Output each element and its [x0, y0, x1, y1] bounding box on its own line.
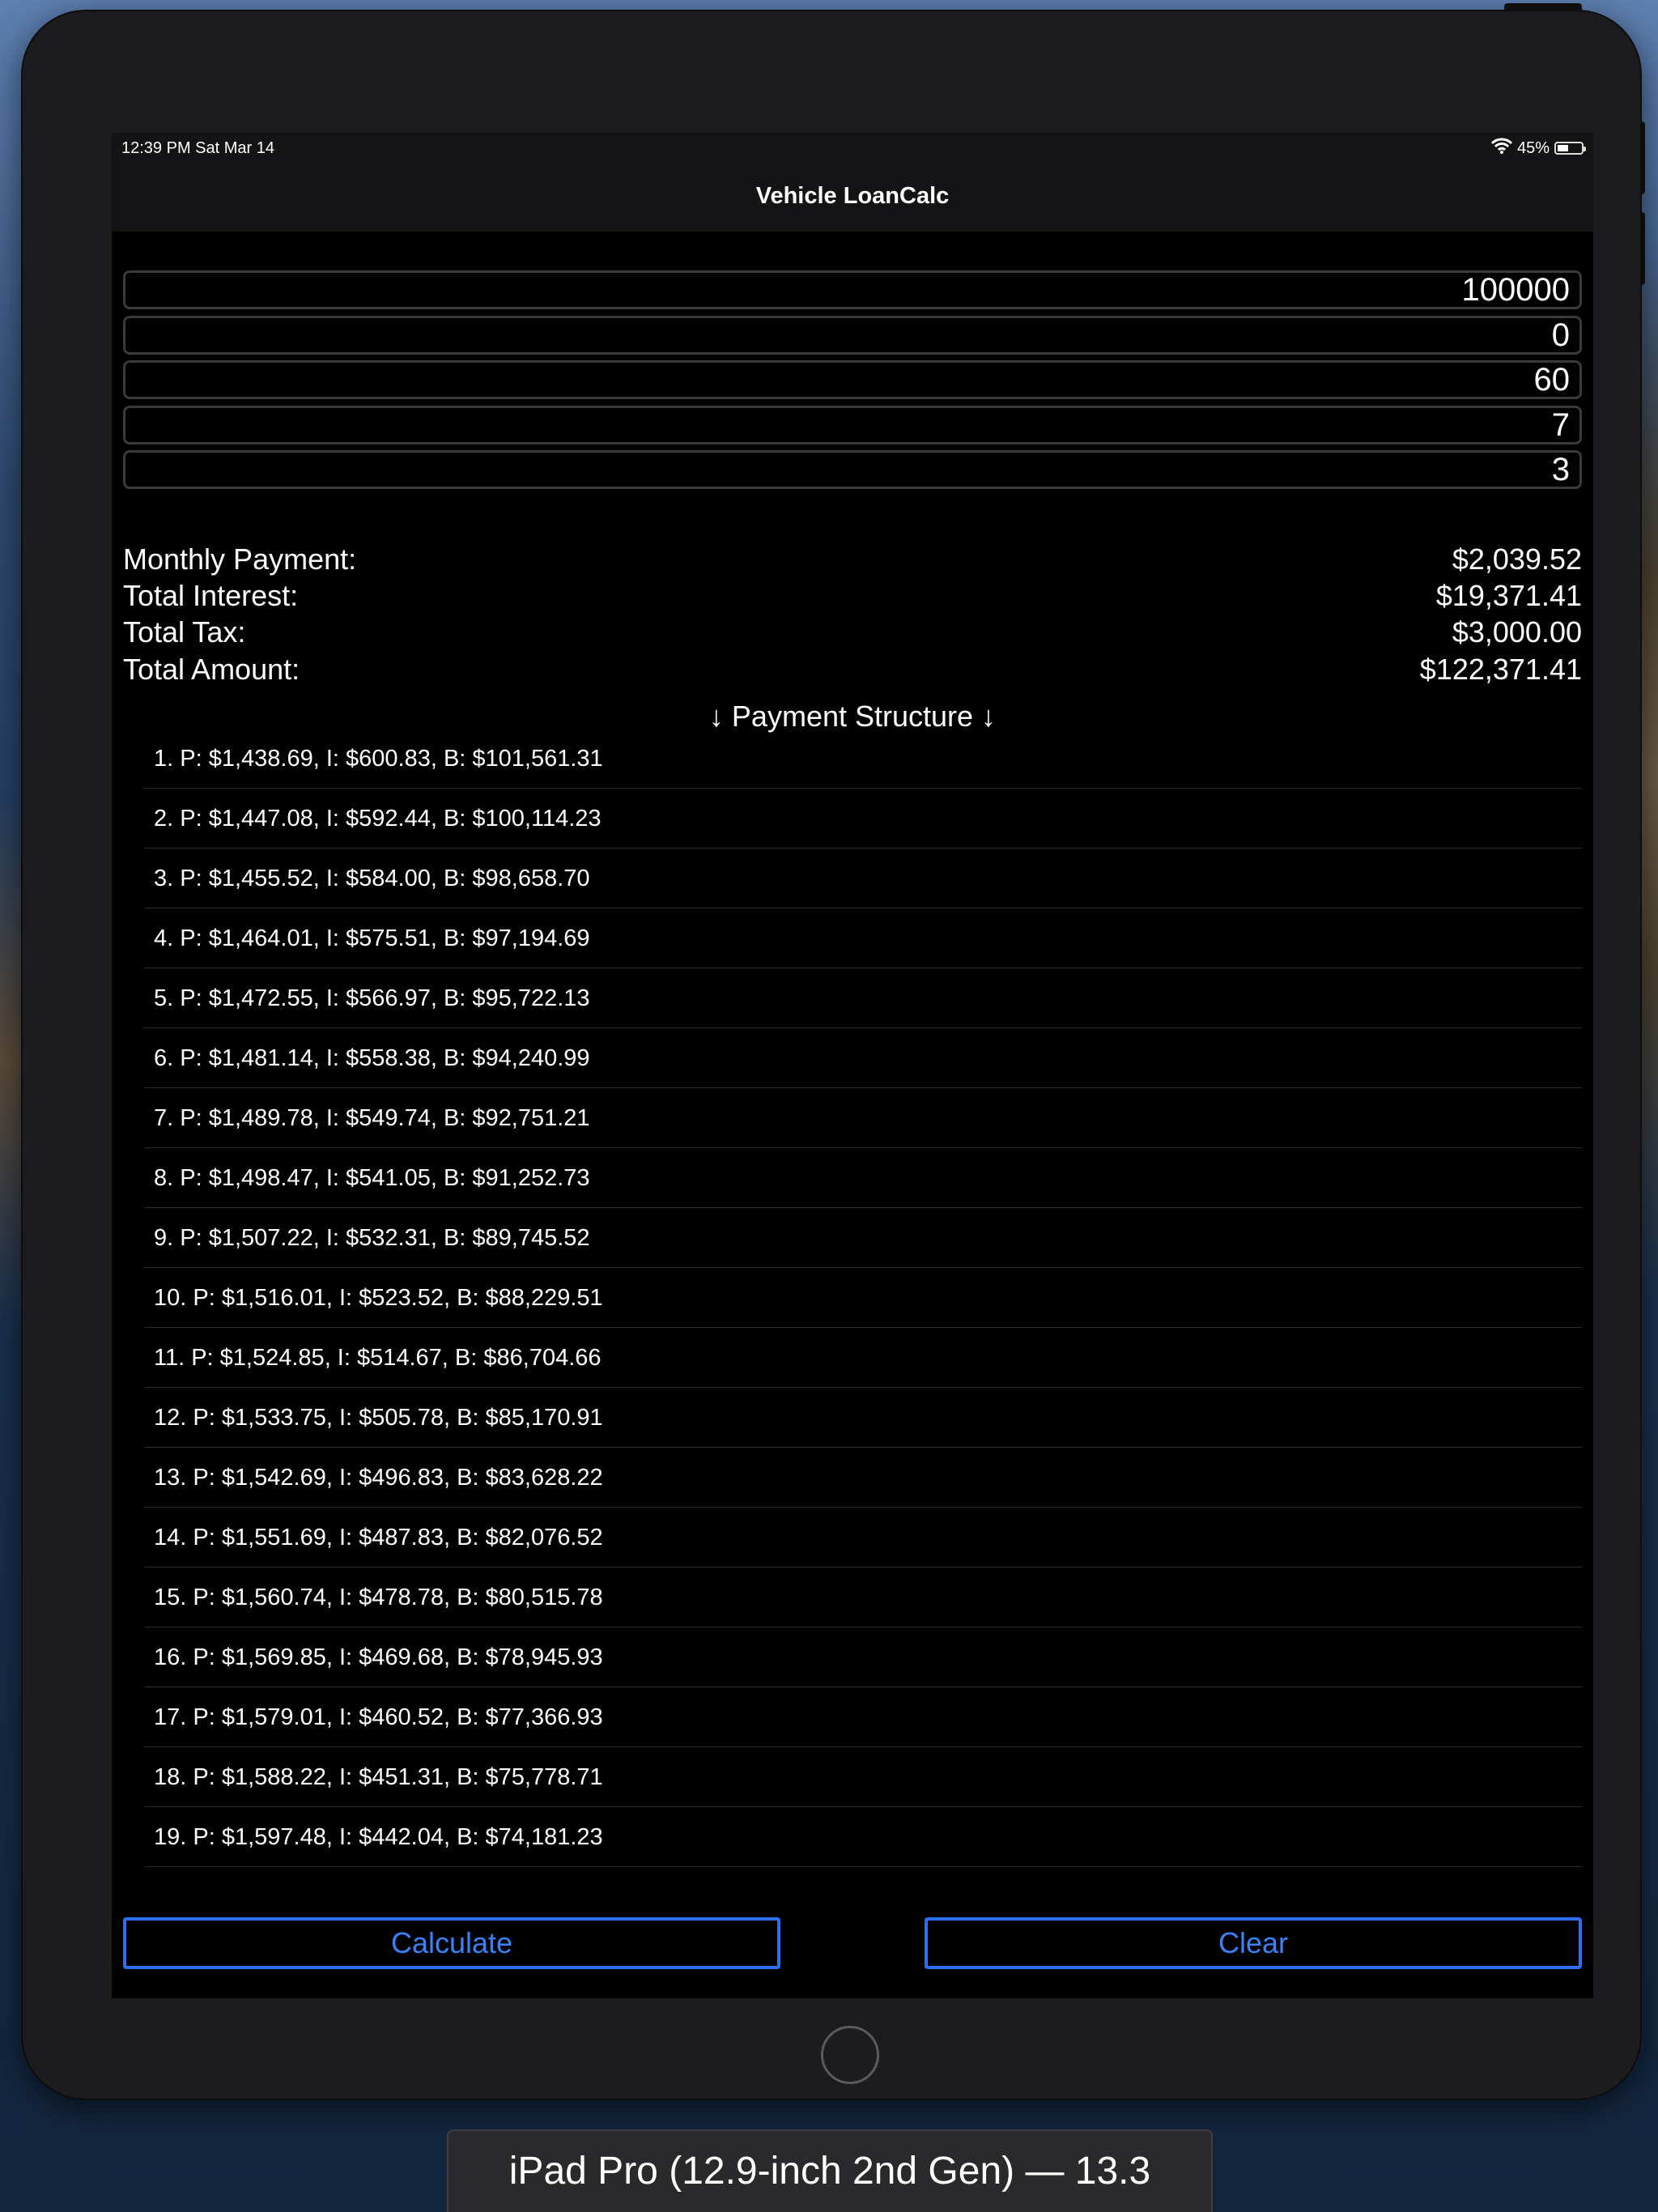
total-tax-row: Total Tax: $3,000.00	[123, 614, 1582, 650]
monthly-payment-label: Monthly Payment:	[123, 542, 357, 576]
total-interest-row: Total Interest: $19,371.41	[123, 577, 1582, 614]
status-bar: 12:39 PM Sat Mar 14 45%	[112, 133, 1593, 165]
loan-amount-input[interactable]	[123, 270, 1582, 309]
list-item[interactable]: 18. P: $1,588.22, I: $451.31, B: $75,778…	[144, 1747, 1582, 1807]
total-amount-value: $122,371.41	[1419, 653, 1582, 686]
list-item[interactable]: 2. P: $1,447.08, I: $592.44, B: $100,114…	[144, 789, 1582, 849]
nav-title: Vehicle LoanCalc	[755, 183, 950, 209]
status-indicators: 45%	[1490, 138, 1586, 159]
list-item[interactable]: 3. P: $1,455.52, I: $584.00, B: $98,658.…	[144, 849, 1582, 908]
battery-icon	[1554, 142, 1586, 155]
list-item[interactable]: 1. P: $1,438.69, I: $600.83, B: $101,561…	[144, 729, 1582, 789]
wifi-icon	[1490, 138, 1513, 159]
term-months-input[interactable]	[123, 360, 1582, 399]
tax-rate-input[interactable]	[123, 450, 1582, 489]
calculate-button[interactable]: Calculate	[123, 1917, 780, 1969]
ipad-simulator-frame: 12:39 PM Sat Mar 14 45% Vehicle LoanCalc	[23, 11, 1640, 2099]
list-item[interactable]: 11. P: $1,524.85, I: $514.67, B: $86,704…	[144, 1328, 1582, 1388]
list-item[interactable]: 16. P: $1,569.85, I: $469.68, B: $78,945…	[144, 1627, 1582, 1687]
total-tax-label: Total Tax:	[123, 615, 246, 649]
list-item[interactable]: 6. P: $1,481.14, I: $558.38, B: $94,240.…	[144, 1028, 1582, 1088]
list-item[interactable]: 14. P: $1,551.69, I: $487.83, B: $82,076…	[144, 1508, 1582, 1568]
interest-rate-input[interactable]	[123, 406, 1582, 445]
list-item[interactable]: 4. P: $1,464.01, I: $575.51, B: $97,194.…	[144, 908, 1582, 968]
status-time-date: 12:39 PM Sat Mar 14	[121, 139, 274, 157]
list-item[interactable]: 13. P: $1,542.69, I: $496.83, B: $83,628…	[144, 1448, 1582, 1508]
navigation-bar: Vehicle LoanCalc	[112, 165, 1593, 232]
monthly-payment-row: Monthly Payment: $2,039.52	[123, 541, 1582, 577]
list-item[interactable]: 12. P: $1,533.75, I: $505.78, B: $85,170…	[144, 1388, 1582, 1448]
total-amount-row: Total Amount: $122,371.41	[123, 651, 1582, 687]
total-tax-value: $3,000.00	[1452, 615, 1582, 649]
list-item[interactable]: 7. P: $1,489.78, I: $549.74, B: $92,751.…	[144, 1088, 1582, 1148]
payment-structure-list[interactable]: 1. P: $1,438.69, I: $600.83, B: $101,561…	[144, 729, 1582, 1867]
total-interest-label: Total Interest:	[123, 579, 299, 612]
total-interest-value: $19,371.41	[1435, 579, 1582, 612]
total-amount-label: Total Amount:	[123, 653, 300, 686]
list-item[interactable]: 17. P: $1,579.01, I: $460.52, B: $77,366…	[144, 1687, 1582, 1747]
list-item[interactable]: 10. P: $1,516.01, I: $523.52, B: $88,229…	[144, 1268, 1582, 1328]
monthly-payment-value: $2,039.52	[1452, 542, 1582, 576]
list-item[interactable]: 9. P: $1,507.22, I: $532.31, B: $89,745.…	[144, 1208, 1582, 1268]
battery-percent: 45%	[1516, 138, 1550, 157]
simulator-device-caption: iPad Pro (12.9-inch 2nd Gen) — 13.3	[447, 2129, 1213, 2212]
app-screen: 12:39 PM Sat Mar 14 45% Vehicle LoanCalc	[112, 133, 1593, 1998]
list-item[interactable]: 15. P: $1,560.74, I: $478.78, B: $80,515…	[144, 1568, 1582, 1627]
clear-button[interactable]: Clear	[925, 1917, 1582, 1969]
list-item[interactable]: 19. P: $1,597.48, I: $442.04, B: $74,181…	[144, 1807, 1582, 1867]
list-item[interactable]: 5. P: $1,472.55, I: $566.97, B: $95,722.…	[144, 968, 1582, 1028]
down-payment-input[interactable]	[123, 316, 1582, 355]
list-item[interactable]: 8. P: $1,498.47, I: $541.05, B: $91,252.…	[144, 1148, 1582, 1208]
home-button[interactable]	[821, 2026, 879, 2084]
